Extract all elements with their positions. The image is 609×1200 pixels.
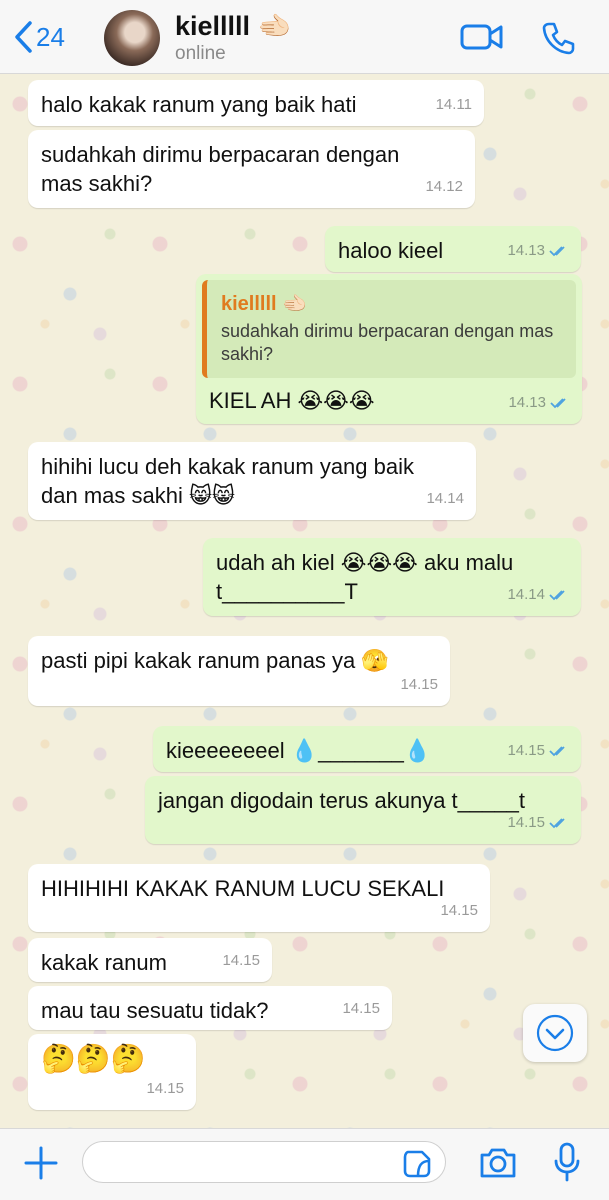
phone-icon[interactable] [540, 20, 576, 56]
message-line: hihihi lucu deh kakak ranum yang baik [41, 454, 415, 479]
microphone-icon[interactable] [552, 1141, 582, 1185]
message-incoming[interactable]: halo kakak ranum yang baik hati 14.11 [28, 80, 484, 126]
message-text: kakak ranum [41, 950, 167, 975]
plus-icon[interactable] [22, 1144, 60, 1182]
back-button[interactable]: 24 [12, 20, 65, 54]
message-time: 14.13 [508, 388, 570, 417]
message-text: HIHIHIHI KAKAK RANUM LUCU SEKALI [41, 876, 445, 901]
message-time: 14.14 [426, 490, 464, 507]
quoted-text: sudahkah dirimu berpacaran dengan mas sa… [221, 321, 554, 364]
message-incoming[interactable]: mau tau sesuatu tidak? 14.15 [28, 986, 392, 1030]
message-input[interactable] [82, 1141, 446, 1183]
message-outgoing[interactable]: haloo kieel 14.13 [325, 226, 581, 272]
scroll-to-bottom-button[interactable] [523, 1004, 587, 1062]
message-text: kieeeeeeeel 💧_______💧 [166, 738, 432, 763]
message-line: t__________T [216, 579, 358, 604]
message-outgoing-reply[interactable]: kielllll 🫲🏻 sudahkah dirimu berpacaran d… [196, 274, 582, 424]
chat-header: 24 kielllll 🫲🏻 online [0, 0, 609, 74]
message-line: mas sakhi? [41, 171, 153, 196]
message-text: jangan digodain terus akunya t_____t [158, 788, 525, 813]
contact-status: online [175, 43, 226, 64]
message-line: dan mas sakhi 😸😸 [41, 483, 235, 508]
message-incoming[interactable]: 🤔🤔🤔 14.15 [28, 1034, 196, 1110]
message-time: 14.15 [146, 1080, 184, 1097]
message-text: haloo kieel [338, 238, 444, 263]
avatar[interactable] [104, 10, 160, 66]
message-incoming[interactable]: hihihi lucu deh kakak ranum yang baik da… [28, 442, 476, 520]
read-ticks-icon [549, 745, 565, 756]
message-outgoing[interactable]: kieeeeeeeel 💧_______💧 14.15 [153, 726, 581, 772]
message-time: 14.15 [507, 736, 569, 765]
message-outgoing[interactable]: jangan digodain terus akunya t_____t 14.… [145, 776, 581, 844]
message-text: udah ah kiel 😭😭😭 aku malu t__________T [216, 548, 513, 606]
quoted-sender: kielllll 🫲🏻 [221, 293, 308, 315]
scroll-down-icon [536, 1014, 574, 1052]
message-text: hihihi lucu deh kakak ranum yang baik da… [41, 452, 414, 510]
message-text: sudahkah dirimu berpacaran dengan mas sa… [41, 140, 399, 198]
message-time: 14.14 [507, 580, 569, 609]
quoted-message[interactable]: kielllll 🫲🏻 sudahkah dirimu berpacaran d… [202, 280, 576, 378]
sticker-icon[interactable] [402, 1149, 432, 1179]
message-time: 14.11 [435, 96, 472, 113]
message-text: halo kakak ranum yang baik hati [41, 92, 357, 117]
message-time: 14.15 [222, 952, 260, 969]
message-time: 14.12 [425, 178, 463, 195]
message-time: 14.15 [440, 902, 478, 919]
contact-name[interactable]: kielllll 🫲🏻 [175, 10, 291, 42]
message-text: KIEL AH 😭😭😭 [209, 388, 375, 413]
read-ticks-icon [549, 817, 565, 828]
message-time: 14.15 [507, 808, 569, 837]
video-call-icon[interactable] [460, 20, 504, 54]
message-incoming[interactable]: kakak ranum 14.15 [28, 938, 272, 982]
message-incoming[interactable]: sudahkah dirimu berpacaran dengan mas sa… [28, 130, 475, 208]
message-time: 14.15 [342, 1000, 380, 1017]
message-incoming[interactable]: pasti pipi kakak ranum panas ya 🫣 14.15 [28, 636, 450, 706]
read-ticks-icon [549, 245, 565, 256]
message-text: mau tau sesuatu tidak? [41, 998, 269, 1023]
message-time: 14.15 [400, 676, 438, 693]
message-text: 🤔🤔🤔 [41, 1042, 146, 1075]
message-text: pasti pipi kakak ranum panas ya 🫣 [41, 648, 389, 673]
chat-area[interactable]: halo kakak ranum yang baik hati 14.11 su… [0, 74, 609, 1128]
read-ticks-icon [549, 589, 565, 600]
input-bar [0, 1128, 609, 1200]
message-line: udah ah kiel 😭😭😭 aku malu [216, 550, 514, 575]
camera-icon[interactable] [478, 1145, 518, 1181]
message-outgoing[interactable]: udah ah kiel 😭😭😭 aku malu t__________T 1… [203, 538, 581, 616]
unread-count: 24 [36, 21, 65, 52]
back-chevron-icon [15, 21, 32, 53]
message-incoming[interactable]: HIHIHIHI KAKAK RANUM LUCU SEKALI 14.15 [28, 864, 490, 932]
read-ticks-icon [550, 397, 566, 408]
message-time: 14.13 [507, 236, 569, 265]
message-line: sudahkah dirimu berpacaran dengan [41, 142, 400, 167]
